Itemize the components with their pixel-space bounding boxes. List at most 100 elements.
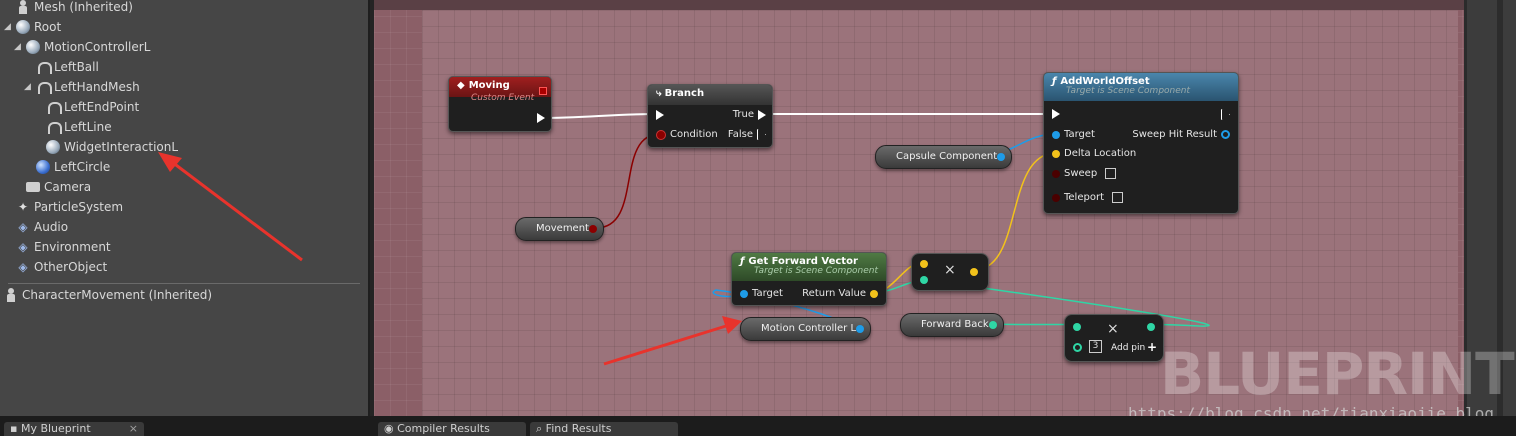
addoffset-exec-in[interactable] xyxy=(1052,109,1060,119)
compiler-icon: ◉ xyxy=(384,422,398,435)
addoffset-delta-pin-row[interactable]: Delta Location xyxy=(1052,148,1136,159)
float-pin-empty[interactable] xyxy=(1073,343,1082,352)
addoffset-target-pin-row[interactable]: Target xyxy=(1052,129,1095,140)
camera-icon xyxy=(26,182,40,192)
bool-wire-movement-condition xyxy=(595,133,661,229)
branch-true-pin-row[interactable]: True xyxy=(733,109,766,120)
close-icon[interactable]: × xyxy=(129,422,138,436)
forward-target-pin-row[interactable]: Target xyxy=(740,288,783,299)
tab-find-label: Find Results xyxy=(545,422,612,435)
addoffset-teleport-label: Teleport xyxy=(1064,192,1104,203)
exec-wire-moving-branch xyxy=(539,113,659,119)
object-pin[interactable] xyxy=(740,289,748,298)
search-icon: ⌕ xyxy=(536,422,546,435)
var-movement[interactable]: Movement xyxy=(515,217,604,241)
var-motion-controller-l[interactable]: Motion Controller L xyxy=(740,317,872,341)
float-pin[interactable] xyxy=(988,321,997,329)
var-capsule-component[interactable]: Capsule Component xyxy=(875,145,1013,169)
bool-pin[interactable] xyxy=(656,129,666,140)
object-pin[interactable] xyxy=(997,153,1006,161)
node-moving-event[interactable]: ◆ Moving Custom Event xyxy=(448,76,552,132)
branch-condition-pin-row[interactable]: Condition xyxy=(656,129,718,140)
tree-item[interactable]: LeftCircle xyxy=(24,157,110,177)
tree-item-label: WidgetInteractionL xyxy=(64,140,179,154)
struct-pin[interactable] xyxy=(1221,130,1230,139)
tab-compiler-results[interactable]: ◉ Compiler Results xyxy=(378,422,526,436)
sweep-checkbox[interactable] xyxy=(1105,168,1117,179)
bool-pin[interactable] xyxy=(1052,169,1060,178)
node-forward-subtitle: Target is Scene Component xyxy=(754,266,879,276)
tree-item-label: LeftBall xyxy=(54,60,99,74)
node-multiply[interactable]: × xyxy=(911,253,989,291)
exec-out-hollow-pin[interactable] xyxy=(757,129,766,140)
addoffset-teleport-pin-row[interactable]: Teleport xyxy=(1052,192,1123,203)
exec-out-pin[interactable] xyxy=(537,113,545,123)
tree-item[interactable]: ◢ Root xyxy=(4,17,61,37)
bool-pin[interactable] xyxy=(1052,193,1060,202)
moving-exec-out[interactable] xyxy=(537,113,545,123)
vector-pin[interactable] xyxy=(1052,149,1060,158)
tab-my-blueprint[interactable]: ▪ My Blueprint × xyxy=(4,422,144,436)
addoffset-sweephit-pin-row[interactable]: Sweep Hit Result xyxy=(1132,129,1230,140)
object-pin[interactable] xyxy=(856,325,865,333)
tree-item[interactable]: LeftBall xyxy=(24,57,99,77)
pin-count-field[interactable]: 3 xyxy=(1089,340,1102,353)
vector-pin[interactable] xyxy=(870,289,878,298)
exec-out-hollow-pin[interactable] xyxy=(1221,109,1230,120)
node-get-forward-vector[interactable]: ƒ Get Forward Vector Target is Scene Comp… xyxy=(731,252,887,306)
tree-item[interactable]: ◢ LeftHandMesh xyxy=(24,77,140,97)
tree-item[interactable]: LeftLine xyxy=(34,117,112,137)
tab-find-results[interactable]: ⌕ Find Results xyxy=(530,422,678,436)
tree-item-label: LeftLine xyxy=(64,120,112,134)
tree-item[interactable]: ◢ MotionControllerL xyxy=(14,37,150,57)
branch-false-pin-row[interactable]: False xyxy=(728,129,766,140)
tree-item-label: CharacterMovement (Inherited) xyxy=(22,288,213,302)
bone-icon xyxy=(46,100,62,114)
float-pin[interactable] xyxy=(1147,323,1155,331)
add-pin-label[interactable]: Add pin xyxy=(1111,343,1145,353)
tree-item[interactable]: Mesh (Inherited) xyxy=(4,0,133,17)
bool-pin[interactable] xyxy=(588,225,597,233)
exec-in-pin[interactable] xyxy=(1052,109,1060,119)
expand-arrow-icon[interactable]: ◢ xyxy=(24,77,32,97)
tree-item[interactable]: WidgetInteractionL xyxy=(34,137,178,157)
addoffset-sweep-pin-row[interactable]: Sweep xyxy=(1052,168,1117,179)
blueprint-icon: ▪ xyxy=(10,422,21,435)
object-pin[interactable] xyxy=(1052,130,1060,139)
float-pin[interactable] xyxy=(1073,323,1081,331)
addoffset-target-label: Target xyxy=(1064,129,1095,140)
vector-pin[interactable] xyxy=(970,268,978,276)
tree-item[interactable]: LeftEndPoint xyxy=(34,97,139,117)
add-pin-plus-icon[interactable]: + xyxy=(1147,340,1157,354)
expand-arrow-icon[interactable]: ◢ xyxy=(14,37,22,57)
tree-item-label: LeftHandMesh xyxy=(54,80,140,94)
forward-return-pin-row[interactable]: Return Value xyxy=(802,288,878,299)
tree-item[interactable]: Camera xyxy=(14,177,91,197)
var-capsule-label: Capsule Component xyxy=(896,151,998,162)
float-pin[interactable] xyxy=(920,276,928,284)
tree-item[interactable]: ◈ Audio xyxy=(4,217,68,237)
addoffset-exec-out[interactable] xyxy=(1221,109,1230,120)
vector-pin[interactable] xyxy=(920,260,928,268)
node-branch[interactable]: ⤷ Branch True Condition False xyxy=(647,84,773,148)
bone-icon xyxy=(36,80,52,94)
tree-item-charactermovement[interactable]: CharacterMovement (Inherited) xyxy=(4,285,212,305)
delegate-pin[interactable] xyxy=(539,87,547,95)
tree-item[interactable]: ◈ Environment xyxy=(4,237,110,257)
tree-item[interactable]: ◈ OtherObject xyxy=(4,257,107,277)
exec-in-pin[interactable] xyxy=(656,110,664,120)
var-forward-back[interactable]: Forward Back xyxy=(900,313,1004,337)
tree-item-label: ParticleSystem xyxy=(34,200,124,214)
node-add-world-offset[interactable]: ƒ AddWorldOffset Target is Scene Componen… xyxy=(1043,72,1239,214)
tab-compiler-label: Compiler Results xyxy=(397,422,490,435)
branch-exec-in[interactable] xyxy=(656,110,664,120)
branch-condition-label: Condition xyxy=(670,129,718,140)
teleport-checkbox[interactable] xyxy=(1112,192,1123,203)
node-multiply-addpin[interactable]: 3 × Add pin + xyxy=(1064,314,1164,362)
expand-arrow-icon[interactable]: ◢ xyxy=(4,17,12,37)
exec-out-pin[interactable] xyxy=(758,109,766,120)
tree-item[interactable]: ✦ ParticleSystem xyxy=(4,197,123,217)
branch-icon: ⤷ xyxy=(656,88,662,99)
addoffset-delta-label: Delta Location xyxy=(1064,148,1137,159)
addoffset-sweephit-label: Sweep Hit Result xyxy=(1132,129,1217,140)
